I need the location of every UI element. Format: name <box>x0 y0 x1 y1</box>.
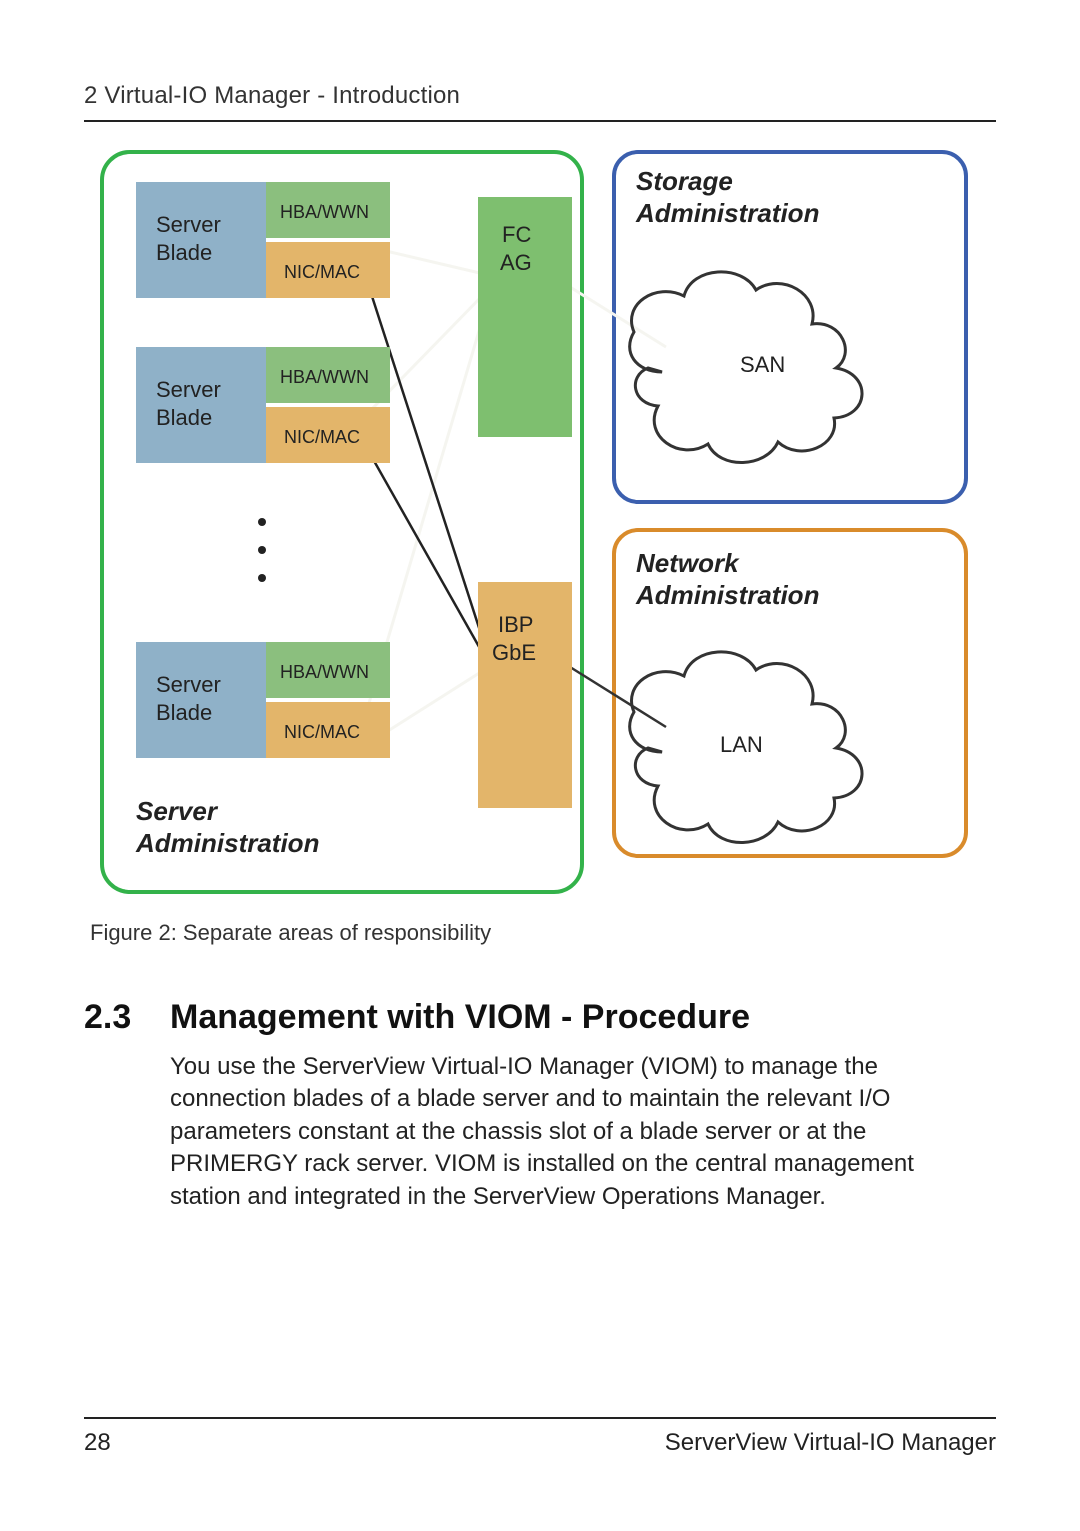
figure-caption: Figure 2: Separate areas of responsibili… <box>90 920 996 946</box>
svg-text:Blade: Blade <box>156 700 212 725</box>
ibp-gbe-box: IBP GbE <box>478 582 572 808</box>
hba-label-1: HBA/WWN <box>280 202 369 222</box>
figure-container: Server Blade HBA/WWN NIC/MAC Server Blad… <box>84 142 996 902</box>
server-admin-label: Server <box>136 796 219 826</box>
section-heading: 2.3 Management with VIOM - Procedure <box>84 998 996 1037</box>
svg-text:FC: FC <box>502 222 531 247</box>
server-blade-2: Server Blade HBA/WWN NIC/MAC <box>136 347 390 463</box>
network-admin-label-2: Administration <box>635 580 819 610</box>
connection-lines-dark <box>369 287 482 652</box>
footer-doc-title: ServerView Virtual-IO Manager <box>665 1429 996 1457</box>
svg-text:GbE: GbE <box>492 640 536 665</box>
running-head: 2 Virtual-IO Manager - Introduction <box>84 82 996 110</box>
figure-diagram: Server Blade HBA/WWN NIC/MAC Server Blad… <box>84 142 984 902</box>
hba-label-3: HBA/WWN <box>280 662 369 682</box>
svg-text:Server: Server <box>156 212 221 237</box>
server-blade-1: Server Blade HBA/WWN NIC/MAC <box>136 182 390 298</box>
lan-label: LAN <box>720 732 763 757</box>
fc-to-san-line <box>570 287 666 347</box>
network-admin-box <box>614 530 966 856</box>
page-number: 28 <box>84 1429 111 1457</box>
network-admin-label: Network <box>636 548 740 578</box>
section-body: You use the ServerView Virtual-IO Manage… <box>170 1051 990 1213</box>
san-label: SAN <box>740 352 785 377</box>
svg-text:Server: Server <box>156 377 221 402</box>
storage-admin-label-2: Administration <box>635 198 819 228</box>
ibp-to-lan-line <box>570 667 666 727</box>
svg-text:AG: AG <box>500 250 532 275</box>
header-rule <box>84 120 996 122</box>
ellipsis-icon <box>258 518 266 582</box>
lan-cloud-icon: LAN <box>630 652 862 843</box>
fc-ag-box: FC AG <box>478 197 572 437</box>
svg-text:Blade: Blade <box>156 405 212 430</box>
footer-rule <box>84 1417 996 1419</box>
page-footer: 28 ServerView Virtual-IO Manager <box>84 1417 996 1457</box>
hba-label-2: HBA/WWN <box>280 367 369 387</box>
san-cloud-icon: SAN <box>630 272 862 463</box>
svg-text:Server: Server <box>156 672 221 697</box>
nic-label-2: NIC/MAC <box>284 427 360 447</box>
server-admin-label-2: Administration <box>135 828 319 858</box>
server-blade-3: Server Blade HBA/WWN NIC/MAC <box>136 642 390 758</box>
section-number: 2.3 <box>84 998 170 1037</box>
storage-admin-label: Storage <box>636 166 733 196</box>
svg-text:Blade: Blade <box>156 240 212 265</box>
page: 2 Virtual-IO Manager - Introduction <box>0 0 1080 1531</box>
nic-label-1: NIC/MAC <box>284 262 360 282</box>
nic-label-3: NIC/MAC <box>284 722 360 742</box>
svg-text:IBP: IBP <box>498 612 533 637</box>
section-title: Management with VIOM - Procedure <box>170 998 750 1037</box>
